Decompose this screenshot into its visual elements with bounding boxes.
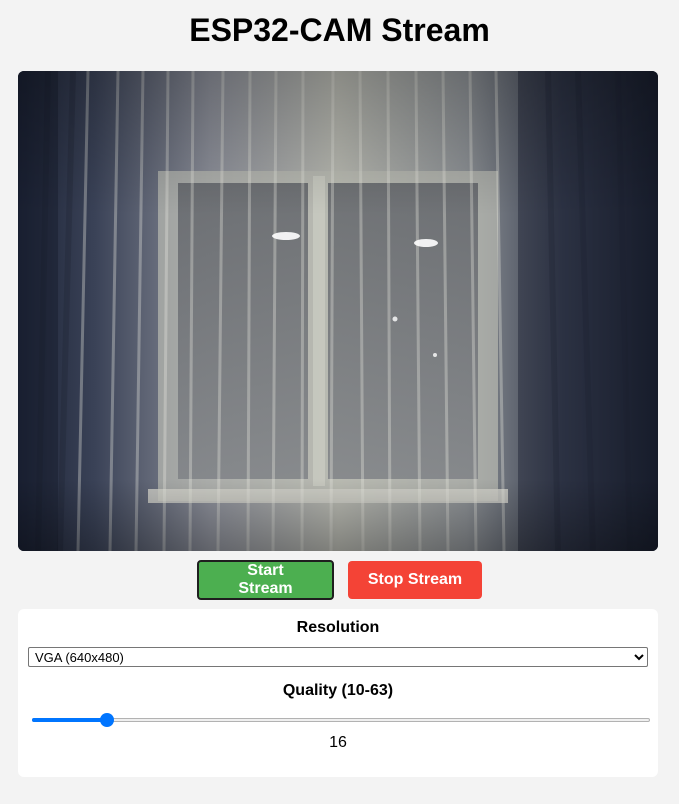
start-stream-button[interactable]: Start Stream [197, 560, 334, 600]
camera-stream-image [18, 71, 658, 551]
stop-stream-button[interactable]: Stop Stream [348, 561, 482, 599]
quality-value: 16 [329, 734, 347, 751]
stream-buttons: Start Stream Stop Stream [0, 560, 679, 600]
quality-slider-fill [32, 718, 108, 722]
quality-slider[interactable] [32, 713, 650, 727]
quality-slider-track [32, 718, 650, 722]
resolution-select-wrapper: VGA (640x480) [28, 647, 648, 667]
quality-label: Quality (10-63) [282, 682, 394, 699]
curtain-scene [18, 71, 658, 551]
resolution-select[interactable]: VGA (640x480) [28, 647, 648, 667]
page-title: ESP32-CAM Stream [189, 12, 490, 48]
controls-panel: Resolution VGA (640x480) Quality (10-63)… [18, 609, 658, 777]
resolution-label: Resolution [296, 619, 380, 636]
quality-slider-thumb[interactable] [100, 713, 115, 727]
